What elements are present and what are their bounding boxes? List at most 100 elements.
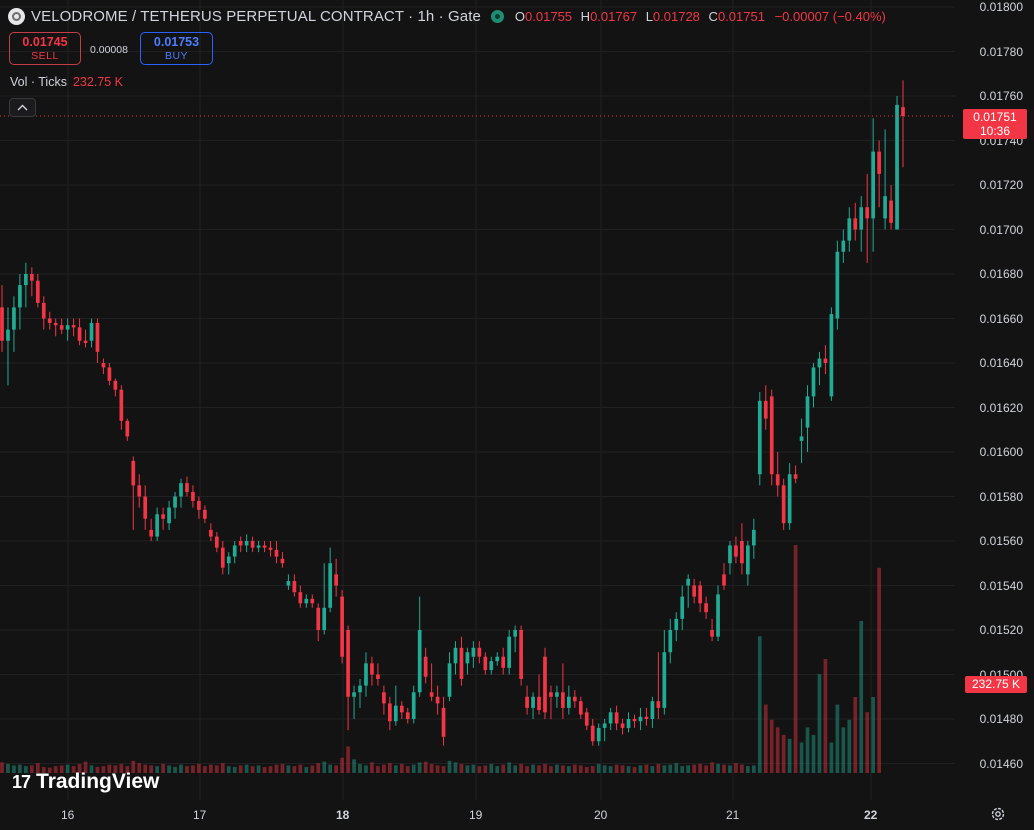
chevron-up-icon — [17, 104, 28, 111]
volume-bar — [698, 763, 702, 773]
time-tick-label: 18 — [336, 808, 350, 822]
volume-bar — [746, 766, 750, 773]
volume-bar — [710, 762, 714, 773]
chart-grid — [0, 0, 955, 800]
candle-body — [191, 492, 195, 501]
candle-body — [728, 545, 732, 564]
candle-body — [525, 696, 529, 708]
volume-bar — [620, 765, 625, 773]
volume-bar — [811, 735, 816, 773]
volume-bar — [668, 764, 673, 773]
volume-bar — [638, 765, 643, 773]
candle-body — [232, 545, 237, 557]
volume-bar — [304, 766, 309, 773]
candle-body — [328, 563, 333, 608]
candle-body — [203, 509, 207, 519]
buy-price: 0.01753 — [153, 34, 200, 49]
candle-body — [131, 460, 136, 486]
volume-bar — [793, 545, 798, 773]
buy-button[interactable]: 0.01753 BUY — [140, 32, 213, 65]
candle-body — [859, 207, 864, 230]
candle-body — [567, 696, 571, 708]
ohlc-close: 0.01751 — [717, 8, 765, 24]
volume-bar — [203, 766, 207, 773]
candle-body — [781, 485, 786, 524]
ohlc-open: 0.01755 — [525, 8, 573, 24]
current-price-label: 0.01751 10:36 — [963, 109, 1027, 139]
candle-body — [793, 474, 798, 479]
candle-body — [77, 327, 82, 341]
candle-body — [376, 674, 380, 679]
candle-body — [6, 329, 10, 341]
candle-body — [316, 607, 321, 630]
volume-bar — [328, 764, 333, 773]
price-tick-label: 0.01680 — [979, 267, 1023, 281]
candle-body — [716, 594, 720, 637]
candle-body — [835, 251, 840, 319]
tradingview-logo[interactable]: 17 TradingView — [12, 770, 159, 794]
price-chart[interactable] — [0, 0, 1034, 830]
candle-body — [787, 474, 792, 524]
candle-body — [41, 302, 46, 319]
volume-bar — [835, 704, 840, 773]
candle-body — [119, 389, 124, 421]
candle-body — [489, 661, 494, 671]
volume-bar — [495, 766, 500, 773]
volume-bar — [214, 765, 219, 773]
volume-bar — [435, 765, 440, 773]
candle-body — [387, 703, 392, 722]
candle-body — [829, 314, 834, 397]
volume-bar — [429, 763, 434, 773]
candle-body — [197, 500, 201, 510]
volume-bar — [256, 765, 261, 773]
time-tick-label: 17 — [193, 808, 207, 822]
candle-body — [441, 707, 446, 737]
candle-body — [656, 701, 661, 708]
candle-body — [734, 545, 738, 557]
volume-bar — [877, 567, 881, 773]
price-tick-label: 0.01580 — [979, 489, 1023, 504]
candle-body — [483, 656, 488, 671]
volume-bar — [513, 765, 518, 773]
time-tick-label: 20 — [594, 808, 608, 822]
candle-body — [167, 507, 171, 524]
candle-body — [382, 692, 386, 704]
candle-body — [495, 656, 500, 662]
candle-body — [853, 218, 858, 230]
volume-bar — [769, 719, 774, 773]
price-tick-label: 0.01760 — [979, 89, 1023, 103]
volume-legend[interactable]: Vol · Ticks 232.75 K — [10, 75, 123, 89]
sell-price: 0.01745 — [22, 34, 68, 49]
volume-bar — [817, 674, 822, 773]
volume-bar — [590, 766, 595, 773]
volume-bar — [208, 764, 213, 773]
candle-body — [889, 200, 893, 223]
candle-body — [65, 325, 70, 330]
volume-bar — [829, 742, 834, 773]
candle-body — [757, 400, 762, 475]
candle-body — [220, 547, 225, 568]
spread-value: 0.00008 — [90, 44, 128, 56]
candle-body — [883, 196, 887, 219]
volume-bar — [411, 764, 416, 773]
candle-body — [877, 151, 881, 174]
volume-bar — [489, 763, 494, 773]
sell-button[interactable]: 0.01745 SELL — [9, 32, 81, 65]
candle-body — [823, 358, 828, 363]
volume-bar — [549, 766, 553, 773]
candle-body — [596, 727, 601, 742]
collapse-legend-button[interactable] — [9, 98, 36, 117]
symbol-title[interactable]: VELODROME / TETHERUS PERPETUAL CONTRACT … — [31, 8, 481, 25]
volume-bar — [567, 766, 571, 773]
candle-body — [769, 396, 774, 475]
volume-bar — [650, 766, 655, 773]
candle-body — [799, 436, 804, 441]
volume-bar — [555, 764, 559, 773]
candle-body — [847, 218, 852, 241]
gear-icon[interactable] — [990, 806, 1006, 822]
candle-body — [531, 696, 535, 708]
volume-bar — [537, 765, 541, 773]
volume-bar — [543, 763, 547, 773]
market-open-icon — [490, 9, 504, 23]
candle-body — [811, 367, 816, 397]
